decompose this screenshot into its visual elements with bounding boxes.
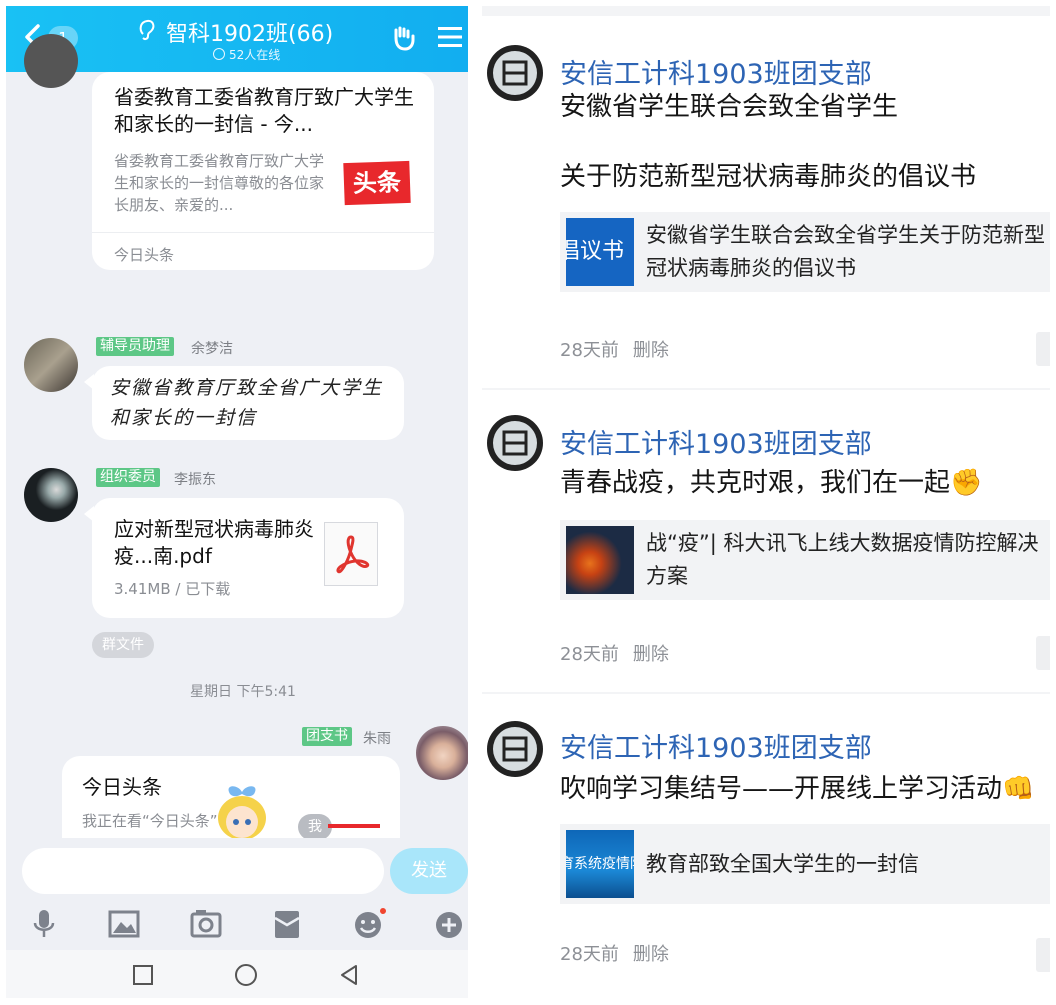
side-handle — [1036, 938, 1050, 972]
post-time: 28天前 — [560, 944, 619, 965]
post-meta: 28天前 删除 — [560, 336, 669, 362]
plus-icon[interactable] — [432, 908, 468, 940]
floating-label[interactable]: 我 — [298, 814, 332, 840]
post-text-line: 青春战疫，共克时艰，我们在一起✊ — [560, 468, 983, 498]
school-emblem-icon[interactable] — [484, 408, 546, 478]
shared-link-card[interactable]: 育系统疫情防 教育部致全国大学生的一封信 — [560, 824, 1050, 904]
link-title: 安徽省学生联合会致全省学生关于防范新型冠状病毒肺炎的倡议书 — [646, 223, 1045, 280]
delete-link[interactable]: 删除 — [633, 944, 669, 965]
red-line — [328, 824, 380, 828]
thumbnail-text: 育系统疫情防 — [566, 856, 634, 872]
news-card-title: 省委教育工委省教育厅致广大学生和家长的一封信 - 今... — [114, 85, 414, 136]
role-tag: 组织委员 — [96, 468, 160, 487]
message-bubble[interactable]: 安徽省教育厅致全省广大学生和家长的一封信 — [92, 366, 404, 440]
cartoon-sticker[interactable] — [212, 782, 274, 842]
feed-post: 安信工计科1903班团支部 吹响学习集结号——开展线上学习活动👊 育系统疫情防 … — [482, 694, 1050, 998]
role-tag: 团支书 — [302, 727, 352, 746]
post-author[interactable]: 安信工计科1903班团支部 — [560, 726, 872, 765]
link-thumbnail: 倡议书 — [566, 218, 634, 286]
post-meta: 28天前 删除 — [560, 940, 669, 966]
file-name: 应对新型冠状病毒肺炎疫...南.pdf — [114, 517, 314, 568]
avatar[interactable] — [24, 34, 78, 88]
ear-icon — [139, 19, 155, 41]
post-text-line: 安徽省学生联合会致全省学生 — [560, 92, 899, 122]
microphone-icon[interactable] — [26, 908, 62, 940]
sender-name: 余梦洁 — [191, 341, 233, 357]
timestamp: 星期日 下午5:41 — [190, 684, 296, 700]
online-status: 52人在线 — [213, 46, 280, 63]
school-emblem-icon[interactable] — [484, 38, 546, 108]
role-tag: 辅导员助理 — [96, 337, 174, 356]
shared-link-card[interactable]: 倡议书 安徽省学生联合会致全省学生关于防范新型冠状病毒肺炎的倡议书 — [560, 212, 1050, 292]
post-time: 28天前 — [560, 340, 619, 361]
file-meta: 3.41MB / 已下载 — [114, 580, 231, 598]
group-title[interactable]: 智科1902班(66) — [166, 16, 333, 48]
news-card-source: 今日头条 — [114, 246, 175, 264]
side-handle — [1036, 332, 1050, 366]
post-text-line: 关于防范新型冠状病毒肺炎的倡议书 — [560, 162, 977, 192]
side-handle — [1036, 636, 1050, 670]
avatar[interactable] — [24, 468, 78, 522]
back-triangle-icon[interactable] — [338, 963, 360, 987]
post-author[interactable]: 安信工计科1903班团支部 — [560, 422, 872, 461]
link-thumbnail: 育系统疫情防 — [566, 830, 634, 898]
post-text-line: 吹响学习集结号——开展线上学习活动👊 — [560, 774, 1035, 804]
home-icon[interactable] — [234, 963, 258, 987]
pdf-file-icon — [324, 522, 378, 586]
image-icon[interactable] — [106, 908, 142, 940]
school-emblem-icon[interactable] — [484, 714, 546, 784]
message-text: 安徽省教育厅致全省广大学生和家长的一封信 — [110, 377, 384, 429]
sender-name: 朱雨 — [363, 731, 391, 747]
qzone-feed-panel: 安信工计科1903班团支部 安徽省学生联合会致全省学生 关于防范新型冠状病毒肺炎… — [482, 6, 1050, 998]
emoji-icon[interactable] — [350, 908, 386, 940]
send-button[interactable]: 发送 — [390, 848, 468, 894]
divider — [92, 232, 434, 233]
news-card-description: 我正在看“今日头条” — [82, 812, 218, 830]
chat-panel: 1 智科1902班(66) 52人在线 省委教育工委省教育厅致广大学生和家长的一… — [6, 6, 468, 998]
link-thumbnail — [566, 526, 634, 594]
link-title: 战“疫”| 科大讯飞上线大数据疫情防控解决方案 — [646, 531, 1039, 588]
recent-apps-icon[interactable] — [132, 964, 154, 986]
delete-link[interactable]: 删除 — [633, 340, 669, 361]
post-time: 28天前 — [560, 644, 619, 665]
avatar[interactable] — [416, 726, 468, 780]
hand-gesture-icon[interactable] — [390, 24, 418, 52]
system-nav-bar — [6, 950, 468, 998]
red-packet-icon[interactable] — [269, 908, 305, 940]
input-bar: 发送 — [6, 838, 468, 950]
news-card-description: 省委教育工委省教育厅致广大学生和家长的一封信尊敬的各位家长朋友、亲爱的... — [114, 152, 325, 214]
link-title: 教育部致全国大学生的一封信 — [646, 852, 919, 876]
feed-post: 安信工计科1903班团支部 青春战疫，共克时艰，我们在一起✊ 战“疫”| 科大讯… — [482, 390, 1050, 692]
toutiao-logo: 头条 — [343, 160, 411, 206]
message-input[interactable] — [22, 848, 384, 894]
sender-name: 李振东 — [174, 472, 216, 488]
news-card[interactable]: 省委教育工委省教育厅致广大学生和家长的一封信 - 今... 省委教育工委省教育厅… — [92, 72, 434, 270]
feed-post: 安信工计科1903班团支部 安徽省学生联合会致全省学生 关于防范新型冠状病毒肺炎… — [482, 16, 1050, 388]
file-message[interactable]: 应对新型冠状病毒肺炎疫...南.pdf 3.41MB / 已下载 — [92, 498, 404, 618]
camera-icon[interactable] — [188, 908, 224, 940]
shared-link-card[interactable]: 战“疫”| 科大讯飞上线大数据疫情防控解决方案 — [560, 520, 1050, 600]
online-icon — [213, 48, 225, 60]
post-meta: 28天前 删除 — [560, 640, 669, 666]
news-card-title: 今日头条 — [82, 775, 162, 799]
menu-icon[interactable] — [438, 26, 462, 48]
avatar[interactable] — [24, 338, 78, 392]
delete-link[interactable]: 删除 — [633, 644, 669, 665]
thumbnail-text: 倡议书 — [566, 239, 625, 264]
group-file-tag[interactable]: 群文件 — [92, 632, 154, 658]
